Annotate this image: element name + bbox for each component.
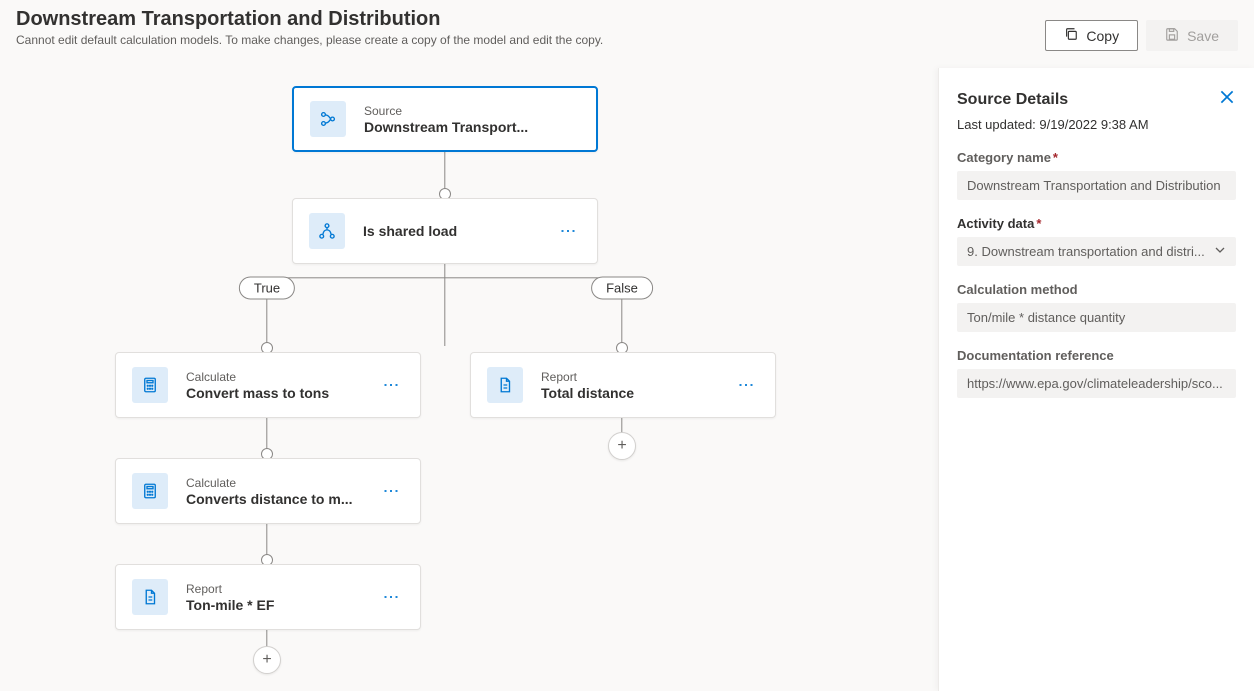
details-title: Source Details (957, 91, 1068, 109)
save-label: Save (1187, 28, 1219, 44)
method-input[interactable]: Ton/mile * distance quantity (957, 303, 1236, 332)
field-label-method: Calculation method (957, 282, 1236, 297)
source-icon (310, 101, 346, 137)
copy-icon (1064, 27, 1078, 44)
node-value: Convert mass to tons (186, 385, 377, 401)
node-source[interactable]: Source Downstream Transport... (292, 86, 598, 152)
node-type: Report (541, 370, 732, 384)
node-value: Converts distance to m... (186, 491, 377, 507)
node-value: Downstream Transport... (364, 119, 580, 135)
branch-label-false: False (591, 277, 653, 300)
add-node-button[interactable]: + (253, 646, 281, 674)
node-type: Calculate (186, 370, 377, 384)
node-calculate-mass[interactable]: Calculate Convert mass to tons ⋮ (115, 352, 421, 418)
node-calculate-distance[interactable]: Calculate Converts distance to m... ⋮ (115, 458, 421, 524)
calculator-icon (132, 473, 168, 509)
node-type: Source (364, 104, 580, 118)
node-value: Ton-mile * EF (186, 597, 377, 613)
category-input[interactable]: Downstream Transportation and Distributi… (957, 171, 1236, 200)
connector-line (267, 277, 623, 278)
node-report-tonmile[interactable]: Report Ton-mile * EF ⋮ (115, 564, 421, 630)
doc-input[interactable]: https://www.epa.gov/climateleadership/sc… (957, 369, 1236, 398)
node-type: Calculate (186, 476, 377, 490)
branch-label-true: True (239, 277, 295, 300)
page-header: Downstream Transportation and Distributi… (0, 0, 1254, 59)
document-icon (487, 367, 523, 403)
connector-line (444, 260, 445, 346)
close-icon[interactable] (1218, 88, 1236, 111)
condition-icon (309, 213, 345, 249)
page-subtitle: Cannot edit default calculation models. … (16, 33, 1045, 47)
details-panel: Source Details Last updated: 9/19/2022 9… (938, 68, 1254, 691)
save-icon (1165, 27, 1179, 44)
add-node-button[interactable]: + (608, 432, 636, 460)
node-value: Is shared load (363, 223, 554, 239)
last-updated: Last updated: 9/19/2022 9:38 AM (957, 117, 1236, 132)
connector-line (444, 152, 445, 190)
node-report-total-distance[interactable]: Report Total distance ⋮ (470, 352, 776, 418)
field-label-doc: Documentation reference (957, 348, 1236, 363)
document-icon (132, 579, 168, 615)
copy-button[interactable]: Copy (1045, 20, 1138, 51)
node-type: Report (186, 582, 377, 596)
more-icon[interactable]: ⋮ (377, 483, 404, 499)
calculator-icon (132, 367, 168, 403)
activity-select[interactable]: 9. Downstream transportation and distri.… (957, 237, 1236, 266)
chevron-down-icon (1214, 244, 1226, 259)
more-icon[interactable]: ⋮ (732, 377, 759, 393)
more-icon[interactable]: ⋮ (377, 377, 404, 393)
field-label-activity: Activity data* (957, 216, 1236, 231)
more-icon[interactable]: ⋮ (377, 589, 404, 605)
save-button: Save (1146, 20, 1238, 51)
copy-label: Copy (1086, 28, 1119, 44)
page-title: Downstream Transportation and Distributi… (16, 8, 1045, 31)
more-icon[interactable]: ⋮ (554, 223, 581, 239)
node-value: Total distance (541, 385, 732, 401)
field-label-category: Category name* (957, 150, 1236, 165)
node-condition[interactable]: Is shared load ⋮ (292, 198, 598, 264)
